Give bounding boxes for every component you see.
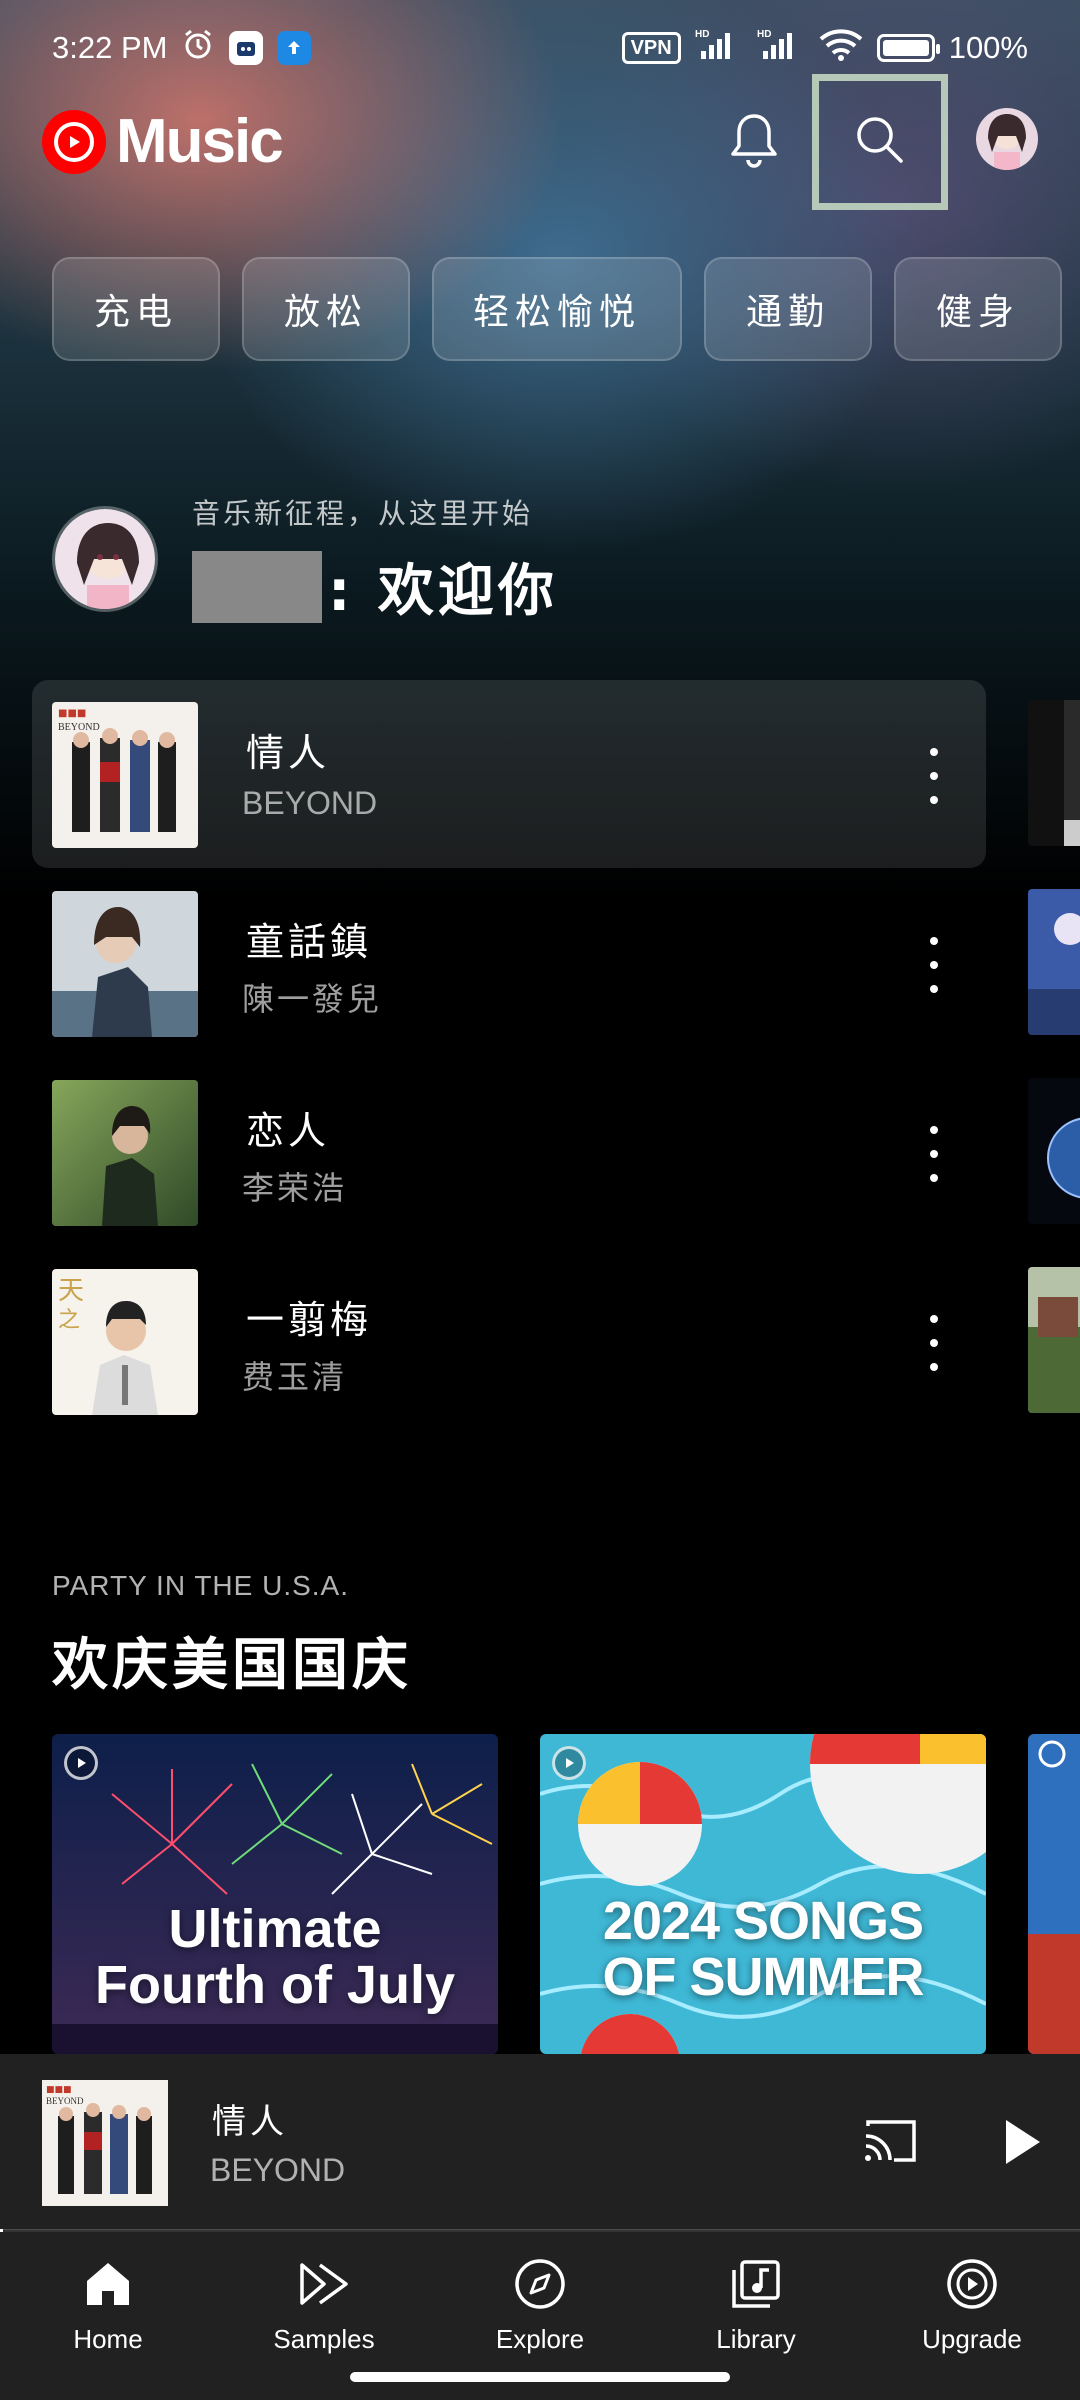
welcome-section: 音乐新征程，从这里开始 : 欢迎你 xyxy=(52,490,1052,650)
chip-workout[interactable]: 健身 xyxy=(894,257,1062,361)
screen: 3:22 PM VPN HD HD 100% Music 充电 放松 轻松愉悦 … xyxy=(0,0,1080,2400)
playlist-card[interactable]: Ultimate Fourth of July xyxy=(52,1734,498,2054)
svg-text:HD: HD xyxy=(757,29,771,40)
bell-icon xyxy=(728,110,780,175)
svg-text:■■■: ■■■ xyxy=(58,708,86,719)
song-artist: 李荣浩 xyxy=(242,1169,348,1207)
nav-label: Home xyxy=(73,2324,143,2354)
card-title-line2: OF SUMMER xyxy=(602,1947,925,2007)
song-artist: 陳一發兒 xyxy=(242,980,383,1018)
welcome-subtitle: 音乐新征程，从这里开始 xyxy=(192,497,534,530)
next-column-thumb xyxy=(1028,1267,1080,1413)
app-notification-icon xyxy=(229,31,264,65)
playlist-card-peek[interactable] xyxy=(1028,1734,1080,2054)
battery-percent: 100% xyxy=(948,30,1028,65)
svg-text:HD: HD xyxy=(695,29,709,40)
play-badge-icon xyxy=(64,1746,98,1780)
more-options-button[interactable] xyxy=(914,748,954,804)
youtube-music-logo[interactable]: Music xyxy=(42,106,284,177)
playlist-card[interactable]: 2024 SONGS OF SUMMER xyxy=(540,1734,986,2054)
library-icon xyxy=(726,2254,786,2314)
album-art xyxy=(52,1080,198,1226)
samples-icon xyxy=(294,2254,354,2314)
vpn-badge: VPN xyxy=(621,32,681,64)
song-row[interactable]: 恋人 李荣浩 xyxy=(32,1058,986,1246)
status-left: 3:22 PM xyxy=(52,27,312,69)
svg-text:BEYOND: BEYOND xyxy=(46,2096,84,2106)
chip-commute[interactable]: 通勤 xyxy=(704,257,872,361)
mini-player-artist: BEYOND xyxy=(210,2152,346,2188)
search-icon xyxy=(853,113,907,172)
mini-player[interactable]: ■■■ BEYOND 情人 BEYOND xyxy=(0,2054,1080,2230)
cast-icon xyxy=(862,2120,920,2170)
song-title: 情人 xyxy=(246,731,331,775)
account-avatar[interactable] xyxy=(976,108,1038,170)
upgrade-icon xyxy=(942,2254,1002,2314)
chip-relax[interactable]: 放松 xyxy=(242,257,410,361)
nav-label: Samples xyxy=(273,2324,375,2354)
svg-text:天: 天 xyxy=(58,1276,84,1306)
notifications-button[interactable] xyxy=(722,102,786,182)
song-title: 一翦梅 xyxy=(246,1298,373,1342)
section-eyebrow: PARTY IN THE U.S.A. xyxy=(52,1570,350,1601)
nav-upgrade[interactable]: Upgrade xyxy=(864,2232,1080,2400)
search-button[interactable] xyxy=(812,74,948,210)
welcome-avatar xyxy=(52,506,158,612)
play-badge-icon xyxy=(552,1746,586,1780)
album-art: ■■■ BEYOND xyxy=(52,702,198,848)
mini-player-album-art: ■■■ BEYOND xyxy=(42,2080,168,2206)
card-title-line1: 2024 SONGS xyxy=(602,1891,924,1951)
song-title: 恋人 xyxy=(246,1109,331,1153)
welcome-title: : 欢迎你 xyxy=(192,546,558,627)
album-art: 天之 xyxy=(52,1269,198,1415)
battery-icon xyxy=(876,34,940,62)
redacted-username xyxy=(192,550,322,623)
logo-text: Music xyxy=(116,107,284,176)
signal-icon-2: HD xyxy=(757,27,805,69)
nav-label: Explore xyxy=(495,2324,585,2354)
more-options-button[interactable] xyxy=(914,937,954,993)
wifi-icon xyxy=(819,27,863,69)
signal-icon: HD xyxy=(695,27,743,69)
song-row[interactable]: 童話鎮 陳一發兒 xyxy=(32,869,986,1057)
song-artist: 费玉清 xyxy=(242,1358,348,1396)
welcome-text: : 欢迎你 xyxy=(328,559,558,624)
alarm-icon xyxy=(181,27,215,69)
next-column-thumb xyxy=(1028,889,1080,1035)
app-header: Music xyxy=(0,74,1080,216)
card-title-line2: Fourth of July xyxy=(95,1955,455,2015)
nav-label: Library xyxy=(716,2324,796,2354)
svg-text:■■■: ■■■ xyxy=(46,2085,72,2095)
song-artist: BEYOND xyxy=(242,785,378,821)
song-title: 童話鎮 xyxy=(246,920,373,964)
cast-button[interactable] xyxy=(862,2116,920,2166)
status-right: VPN HD HD 100% xyxy=(621,27,1028,69)
section-title: 欢庆美国国庆 xyxy=(52,1633,412,1698)
mini-player-title: 情人 xyxy=(212,2102,288,2142)
more-options-button[interactable] xyxy=(914,1315,954,1371)
more-options-button[interactable] xyxy=(914,1126,954,1182)
status-time: 3:22 PM xyxy=(52,30,168,65)
explore-icon xyxy=(510,2254,570,2314)
next-column-thumb xyxy=(1028,1078,1080,1224)
play-button[interactable] xyxy=(998,2114,1046,2170)
home-indicator xyxy=(350,2372,730,2382)
song-row[interactable]: 天之 一翦梅 费玉清 xyxy=(32,1247,986,1435)
mood-chips: 充电 放松 轻松愉悦 通勤 健身 xyxy=(52,257,1062,361)
chip-feel-good[interactable]: 轻松愉悦 xyxy=(432,257,682,361)
chip-charge[interactable]: 充电 xyxy=(52,257,220,361)
album-art xyxy=(52,891,198,1037)
svg-text:BEYOND: BEYOND xyxy=(58,722,100,733)
nav-label: Upgrade xyxy=(922,2324,1022,2354)
play-icon xyxy=(998,2120,1046,2174)
nav-home[interactable]: Home xyxy=(0,2232,216,2400)
card-title-line1: Ultimate xyxy=(168,1899,382,1959)
home-icon xyxy=(78,2254,138,2314)
next-column-thumb xyxy=(1028,700,1080,846)
logo-play-icon xyxy=(42,109,106,174)
song-row[interactable]: ■■■ BEYOND 情人 BEYOND xyxy=(32,680,986,868)
svg-text:之: 之 xyxy=(58,1308,80,1333)
upload-notification-icon xyxy=(277,31,312,65)
